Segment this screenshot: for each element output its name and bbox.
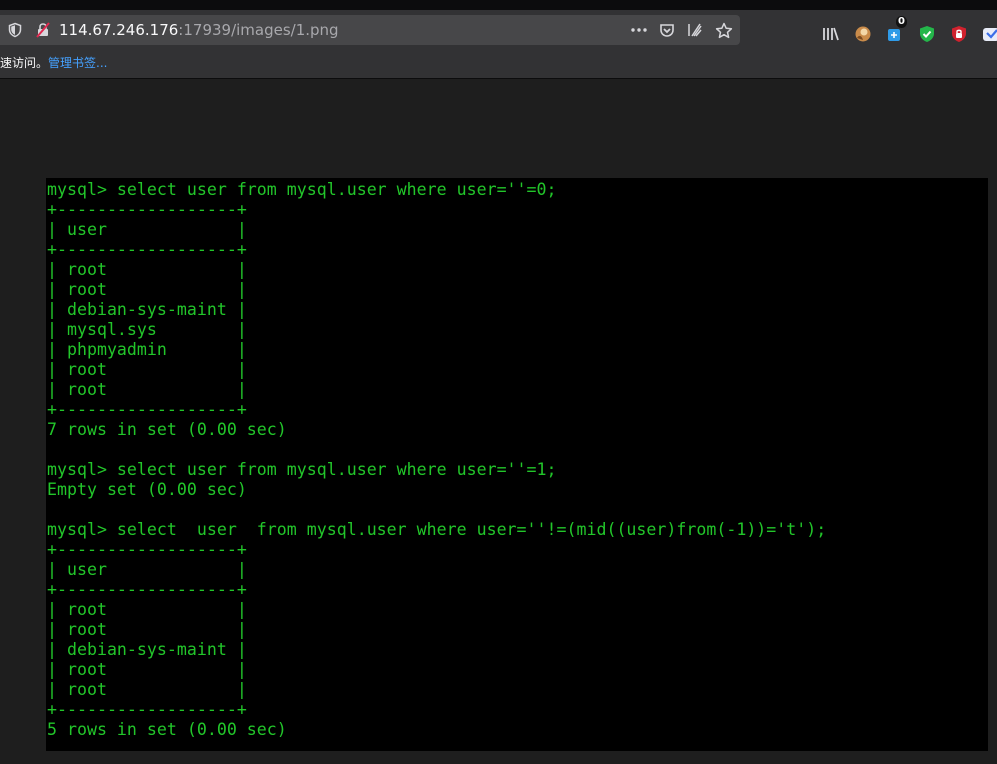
terminal-line: 7 rows in set (0.00 sec) — [47, 420, 287, 439]
extension-icon[interactable] — [981, 24, 997, 44]
terminal-line: 5 rows in set (0.00 sec) — [47, 720, 287, 739]
reader-icon[interactable] — [687, 22, 703, 38]
adblock-shield-icon[interactable] — [917, 24, 937, 44]
terminal-line: | root | — [47, 600, 247, 619]
terminal-line: | root | — [47, 660, 247, 679]
browser-toolbar: 114.67.246.176:17939/images/1.png 0 — [0, 10, 997, 51]
addon-badge-count: 0 — [896, 16, 907, 28]
terminal-line: | phpmyadmin | — [47, 340, 247, 359]
manage-bookmarks-link[interactable]: 管理书签... — [48, 56, 107, 70]
terminal-line: | root | — [47, 260, 247, 279]
window-top-strip — [0, 0, 997, 10]
terminal-line: +------------------+ — [47, 540, 247, 559]
terminal-line: mysql> select user from mysql.user where… — [47, 460, 557, 479]
url-text[interactable]: 114.67.246.176:17939/images/1.png — [59, 21, 339, 39]
terminal-line: | user | — [47, 560, 247, 579]
bookmarks-bar: 速访问。管理书签... — [0, 51, 997, 79]
terminal-line: mysql> select user from mysql.user where… — [47, 520, 827, 539]
terminal-line: | debian-sys-maint | — [47, 300, 247, 319]
library-icon[interactable] — [821, 24, 841, 44]
url-bar[interactable]: 114.67.246.176:17939/images/1.png — [0, 15, 740, 45]
terminal-line: +------------------+ — [47, 400, 247, 419]
terminal-line: | root | — [47, 380, 247, 399]
terminal-screenshot: mysql> select user from mysql.user where… — [46, 178, 988, 751]
insecure-lock-icon[interactable] — [35, 22, 51, 38]
bookmarks-prefix-text: 速访问。 — [0, 56, 49, 70]
terminal-line: | root | — [47, 280, 247, 299]
terminal-line: +------------------+ — [47, 580, 247, 599]
star-icon[interactable] — [715, 22, 733, 39]
terminal-line: mysql> select user from mysql.user where… — [47, 180, 557, 199]
terminal-line: | debian-sys-maint | — [47, 640, 247, 659]
terminal-output: mysql> select user from mysql.user where… — [47, 180, 826, 740]
url-path: :17939/images/1.png — [178, 21, 339, 39]
terminal-line: | root | — [47, 620, 247, 639]
terminal-line: +------------------+ — [47, 700, 247, 719]
terminal-line: | mysql.sys | — [47, 320, 247, 339]
url-host: 114.67.246.176 — [59, 21, 179, 39]
terminal-line: | user | — [47, 220, 247, 239]
shield-icon[interactable] — [7, 22, 23, 38]
terminal-line: | root | — [47, 360, 247, 379]
ublock-icon[interactable] — [949, 24, 969, 44]
terminal-line: +------------------+ — [47, 240, 247, 259]
addon-avatar-icon[interactable] — [853, 24, 873, 44]
terminal-line: Empty set (0.00 sec) — [47, 480, 247, 499]
page-actions-icon[interactable] — [630, 22, 648, 38]
addon-badge-icon[interactable]: 0 — [885, 16, 907, 44]
pocket-icon[interactable] — [659, 22, 675, 38]
terminal-line: | root | — [47, 680, 247, 699]
terminal-line: +------------------+ — [47, 200, 247, 219]
